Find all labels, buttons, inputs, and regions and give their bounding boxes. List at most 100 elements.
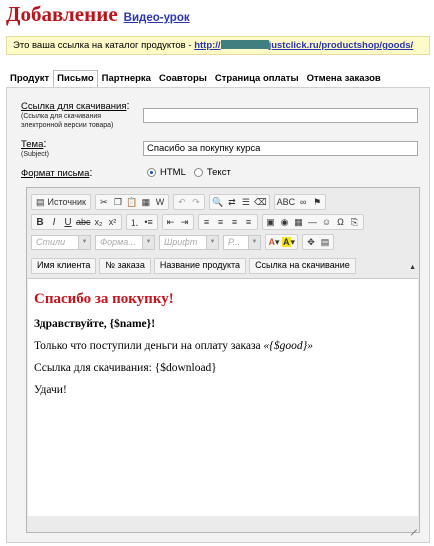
view-group: ✥ ▤ — [302, 234, 335, 250]
subject-input[interactable]: Спасибо за покупку курса — [143, 141, 418, 156]
hr-icon[interactable]: — — [306, 215, 320, 229]
smiley-icon[interactable]: ☺ — [320, 215, 334, 229]
undo-icon[interactable]: ↶ — [175, 195, 189, 209]
show-blocks-icon[interactable]: ▤ — [318, 235, 332, 249]
copy-icon[interactable]: ❐ — [111, 195, 125, 209]
indent-icon[interactable]: ⇥ — [178, 215, 192, 229]
paste-text-icon[interactable]: ▦ — [139, 195, 153, 209]
download-link-sublabel-2: электронной версии товара) — [21, 122, 114, 129]
toolbar-row-1: ▤ Источник ✂ ❐ 📋 ▦ W ↶ ↷ 🔍 ⇄ ☰ ⌫ ABC ∞ ⚑ — [31, 194, 330, 210]
align-justify-icon[interactable]: ≡ — [242, 215, 256, 229]
paste-icon[interactable]: 📋 — [125, 195, 139, 209]
subject-sublabel: (Subject) — [21, 151, 50, 158]
source-label: Источник — [47, 197, 86, 207]
editor-content[interactable]: Спасибо за покупку! Здравствуйте, {$name… — [28, 278, 418, 516]
tab-order-cancel[interactable]: Отмена заказов — [303, 70, 385, 88]
catalog-link[interactable]: http:// justclick.ru/productshop/goods/ — [194, 40, 413, 51]
styles-select-label: Стили — [36, 237, 66, 247]
notice-text: Это ваша ссылка на каталог продуктов - — [13, 40, 195, 51]
collapse-toolbar-icon[interactable]: ▲ — [409, 264, 416, 271]
tab-affiliate[interactable]: Партнерка — [98, 70, 155, 88]
replace-icon[interactable]: ⇄ — [225, 195, 239, 209]
content-greeting: Здравствуйте, {$name}! — [34, 318, 156, 330]
special-char-icon[interactable]: Ω — [334, 215, 348, 229]
paste-word-icon[interactable]: W — [153, 195, 167, 209]
format-html-label: HTML — [160, 167, 186, 178]
font-select[interactable]: Шрифт ▼ — [159, 234, 219, 250]
select-all-icon[interactable]: ☰ — [239, 195, 253, 209]
spellcheck-icon[interactable]: ABC — [276, 195, 297, 209]
cut-icon[interactable]: ✂ — [97, 195, 111, 209]
tab-letter[interactable]: Письмо — [53, 70, 98, 88]
bullet-list-icon[interactable]: •≡ — [142, 215, 156, 229]
align-left-icon[interactable]: ≡ — [200, 215, 214, 229]
insert-product-name-button[interactable]: Название продукта — [153, 258, 247, 274]
redo-icon[interactable]: ↷ — [189, 195, 203, 209]
link-icon[interactable]: ∞ — [296, 195, 310, 209]
download-link-row: Ссылка для скачивания: (Ссылка для скачи… — [21, 100, 130, 129]
clipboard-group: ✂ ❐ 📋 ▦ W — [94, 194, 169, 210]
size-select-label: Р... — [228, 237, 241, 247]
size-select[interactable]: Р... ▼ — [223, 234, 261, 250]
format-text-radio[interactable] — [193, 168, 203, 177]
align-right-icon[interactable]: ≡ — [228, 215, 242, 229]
insert-client-name-button[interactable]: Имя клиента — [31, 258, 97, 274]
insert-order-number-button[interactable]: № заказа — [99, 258, 151, 274]
find-icon[interactable]: 🔍 — [211, 195, 225, 209]
letter-panel: Ссылка для скачивания: (Ссылка для скачи… — [6, 87, 430, 543]
toolbar-row-2: B I U abc x₂ x² ⒈ •≡ ⇤ ⇥ ≡ ≡ ≡ ≡ ▣ ◉ ▦ —… — [31, 214, 368, 230]
superscript-icon[interactable]: x² — [106, 215, 120, 229]
subscript-icon[interactable]: x₂ — [92, 215, 106, 229]
format-text-label: Текст — [206, 167, 231, 178]
tab-payment-page[interactable]: Страница оплаты — [211, 70, 303, 88]
redacted-domain — [220, 40, 269, 49]
size-chevron-icon: ▼ — [248, 235, 260, 249]
extra-group: ABC ∞ ⚑ — [273, 194, 327, 210]
format-select[interactable]: Форма... ▼ — [95, 234, 155, 250]
tab-coauthors[interactable]: Соавторы — [155, 70, 211, 88]
template-buttons: Имя клиента № заказа Название продукта С… — [31, 258, 359, 274]
find-group: 🔍 ⇄ ☰ ⌫ — [208, 194, 270, 210]
align-center-icon[interactable]: ≡ — [214, 215, 228, 229]
italic-icon[interactable]: I — [47, 215, 61, 229]
page-break-icon[interactable]: ⎘ — [348, 215, 362, 229]
indent-group: ⇤ ⇥ — [161, 214, 194, 230]
tab-bar: Продукт Письмо Партнерка Соавторы Страни… — [6, 70, 385, 88]
list-group: ⒈ •≡ — [125, 214, 158, 230]
image-icon[interactable]: ▣ — [264, 215, 278, 229]
content-line-1-var: «{$good}» — [263, 340, 313, 352]
source-group: ▤ Источник — [31, 194, 91, 210]
flash-icon[interactable]: ◉ — [278, 215, 292, 229]
font-chevron-icon: ▼ — [206, 235, 218, 249]
outdent-icon[interactable]: ⇤ — [164, 215, 178, 229]
underline-icon[interactable]: U — [61, 215, 75, 229]
bg-color-icon[interactable]: A ▾ — [281, 235, 296, 249]
tab-product[interactable]: Продукт — [6, 70, 53, 88]
bold-icon[interactable]: B — [33, 215, 47, 229]
insert-group: ▣ ◉ ▦ — ☺ Ω ⎘ — [261, 214, 364, 230]
video-tutorial-link[interactable]: Видео-урок — [124, 12, 190, 24]
styles-select[interactable]: Стили ▼ — [31, 234, 91, 250]
format-label: Формат письма — [21, 168, 90, 179]
numbered-list-icon[interactable]: ⒈ — [128, 215, 142, 229]
catalog-link-prefix: http:// — [194, 40, 221, 51]
toolbar-row-3: Стили ▼ Форма... ▼ Шрифт ▼ Р... ▼ A ▾ A ▾ ✥ ▤ — [31, 234, 338, 250]
strike-icon[interactable]: abc — [75, 215, 92, 229]
table-icon[interactable]: ▦ — [292, 215, 306, 229]
insert-download-link-button[interactable]: Ссылка на скачивание — [249, 258, 356, 274]
download-link-input[interactable] — [143, 108, 418, 123]
anchor-icon[interactable]: ⚑ — [310, 195, 324, 209]
source-button[interactable]: ▤ Источник — [33, 195, 89, 209]
subject-row: Тема: (Subject) — [21, 138, 50, 158]
resize-handle-icon[interactable] — [409, 522, 417, 530]
format-select-label: Форма... — [100, 237, 136, 247]
maximize-icon[interactable]: ✥ — [304, 235, 318, 249]
page-header: Добавление Видео-урок — [6, 2, 190, 28]
font-select-label: Шрифт — [164, 237, 198, 247]
format-html-radio[interactable] — [147, 168, 156, 177]
align-group: ≡ ≡ ≡ ≡ — [197, 214, 258, 230]
styles-chevron-icon: ▼ — [78, 235, 90, 249]
text-color-icon[interactable]: A ▾ — [267, 235, 281, 249]
subject-label: Тема — [21, 139, 44, 150]
remove-format-icon[interactable]: ⌫ — [253, 195, 268, 209]
